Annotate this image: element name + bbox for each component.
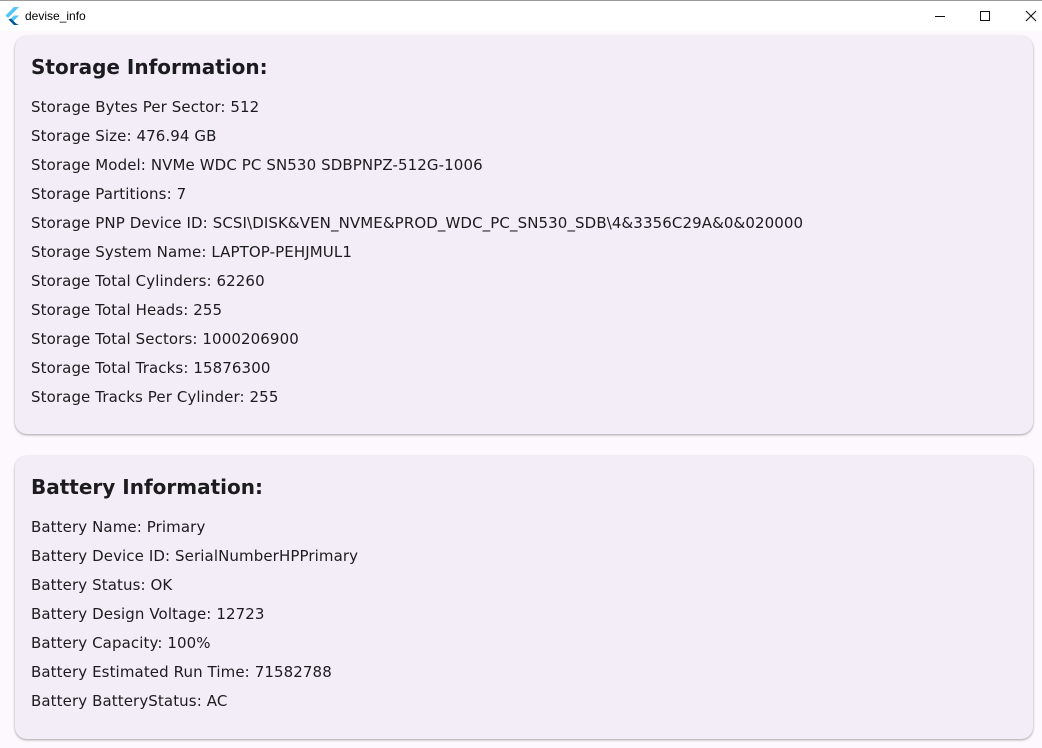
title-bar[interactable]: devise_info xyxy=(0,0,1042,31)
battery-capacity: Battery Capacity: 100% xyxy=(31,634,211,652)
battery-name: Battery Name: Primary xyxy=(31,518,206,536)
flutter-logo-icon xyxy=(4,7,20,25)
battery-battery-status: Battery BatteryStatus: AC xyxy=(31,692,228,710)
maximize-icon xyxy=(980,11,990,21)
storage-total-tracks: Storage Total Tracks: 15876300 xyxy=(31,359,271,377)
battery-info-card: Battery Information: Battery Name: Prima… xyxy=(15,456,1033,739)
storage-title: Storage Information: xyxy=(31,55,268,79)
battery-title: Battery Information: xyxy=(31,475,264,499)
close-icon xyxy=(1025,10,1037,22)
close-button[interactable] xyxy=(1008,1,1042,31)
battery-device-id: Battery Device ID: SerialNumberHPPrimary xyxy=(31,547,359,565)
minimize-button[interactable] xyxy=(917,1,963,31)
storage-size: Storage Size: 476.94 GB xyxy=(31,127,217,145)
storage-bytes-per-sector: Storage Bytes Per Sector: 512 xyxy=(31,98,260,116)
storage-info-list: Storage Bytes Per Sector: 512 Storage Si… xyxy=(31,93,803,412)
scroll-content[interactable]: Storage Information: Storage Bytes Per S… xyxy=(0,31,1042,748)
window-title: devise_info xyxy=(25,9,86,23)
storage-pnp-device-id: Storage PNP Device ID: SCSI\DISK&VEN_NVM… xyxy=(31,214,804,232)
storage-system-name: Storage System Name: LAPTOP-PEHJMUL1 xyxy=(31,243,352,261)
maximize-button[interactable] xyxy=(962,1,1008,31)
storage-partitions: Storage Partitions: 7 xyxy=(31,185,187,203)
storage-info-card: Storage Information: Storage Bytes Per S… xyxy=(15,36,1033,434)
minimize-icon xyxy=(935,16,945,17)
storage-total-cylinders: Storage Total Cylinders: 62260 xyxy=(31,272,265,290)
battery-estimated-run-time: Battery Estimated Run Time: 71582788 xyxy=(31,663,332,681)
battery-status: Battery Status: OK xyxy=(31,576,173,594)
battery-design-voltage: Battery Design Voltage: 12723 xyxy=(31,605,265,623)
storage-total-sectors: Storage Total Sectors: 1000206900 xyxy=(31,330,299,348)
storage-model: Storage Model: NVMe WDC PC SN530 SDBPNPZ… xyxy=(31,156,483,174)
storage-total-heads: Storage Total Heads: 255 xyxy=(31,301,223,319)
battery-info-list: Battery Name: Primary Battery Device ID:… xyxy=(31,513,358,716)
storage-tracks-per-cylinder: Storage Tracks Per Cylinder: 255 xyxy=(31,388,279,406)
